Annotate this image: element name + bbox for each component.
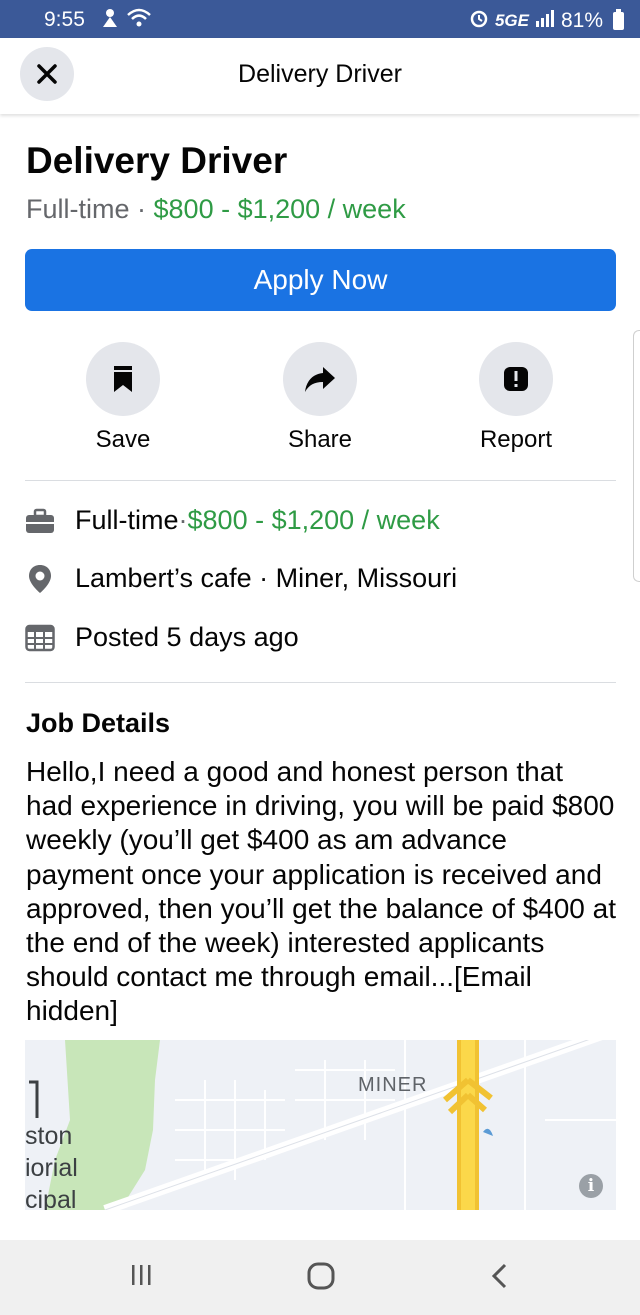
share-label: Share: [287, 426, 353, 453]
separator: ·: [178, 505, 188, 535]
scroll-handle[interactable]: [633, 330, 640, 582]
network-label: 5GE: [494, 11, 529, 30]
apply-now-button[interactable]: Apply Now: [25, 249, 616, 311]
info-row-location: Lambert’s cafe · Miner, Missouri: [25, 563, 457, 594]
job-type: Full-time: [26, 194, 130, 224]
battery-percent: 81%: [560, 9, 603, 32]
signal-icon: [535, 9, 555, 33]
save-action[interactable]: Save: [53, 342, 193, 454]
separator: ·: [129, 194, 154, 224]
job-title: Delivery Driver: [26, 140, 288, 181]
status-time: 9:55: [44, 8, 85, 31]
battery-icon: [613, 9, 624, 30]
android-nav-bar: [0, 1240, 640, 1315]
info-job-type: Full-time: [75, 505, 179, 535]
back-icon[interactable]: [490, 1262, 510, 1295]
info-row-job-type: Full-time · $800 - $1,200 / week: [25, 505, 440, 536]
info-salary: $800 - $1,200 / week: [187, 505, 440, 535]
location-map[interactable]: MINER ston iorial cipal i: [25, 1040, 616, 1210]
report-label: Report: [479, 426, 553, 453]
report-action[interactable]: Report: [446, 342, 586, 454]
home-icon[interactable]: [307, 1262, 335, 1295]
save-button[interactable]: [86, 342, 160, 416]
info-location: Lambert’s cafe · Miner, Missouri: [75, 563, 458, 593]
location-pin-icon: [25, 564, 55, 594]
info-icon[interactable]: i: [579, 1174, 603, 1198]
info-posted: Posted 5 days ago: [75, 622, 299, 652]
map-label-left-1: ston: [25, 1122, 73, 1150]
status-right: 5GE 81%: [469, 8, 624, 34]
job-details-text: Hello,I need a good and honest person th…: [26, 756, 616, 1027]
info-row-posted: Posted 5 days ago: [25, 622, 299, 653]
briefcase-icon: [25, 506, 55, 536]
map-label-left-3: cipal: [25, 1186, 77, 1210]
map-label-left-2: iorial: [25, 1154, 78, 1182]
share-button[interactable]: [283, 342, 357, 416]
save-label: Save: [95, 426, 151, 453]
top-header: Delivery Driver: [0, 38, 640, 114]
status-bar: 9:55 5GE 81%: [0, 0, 640, 38]
share-action[interactable]: Share: [250, 342, 390, 454]
notification-icon: [100, 7, 120, 35]
wifi-icon: [126, 7, 152, 35]
recent-apps-icon[interactable]: [130, 1262, 152, 1293]
job-details-heading: Job Details: [26, 708, 171, 738]
divider: [25, 682, 616, 683]
job-salary: $800 - $1,200 / week: [153, 194, 406, 224]
calendar-icon: [25, 623, 55, 653]
map-label-town: MINER: [358, 1074, 428, 1096]
report-icon: [504, 367, 528, 391]
divider: [25, 480, 616, 481]
bookmark-icon: [114, 366, 132, 392]
header-title: Delivery Driver: [238, 60, 402, 88]
share-arrow-icon: [305, 367, 335, 392]
job-subline: Full-time · $800 - $1,200 / week: [26, 194, 406, 225]
report-button[interactable]: [479, 342, 553, 416]
alarm-icon: [469, 8, 489, 34]
map-graphics: [25, 1040, 616, 1210]
